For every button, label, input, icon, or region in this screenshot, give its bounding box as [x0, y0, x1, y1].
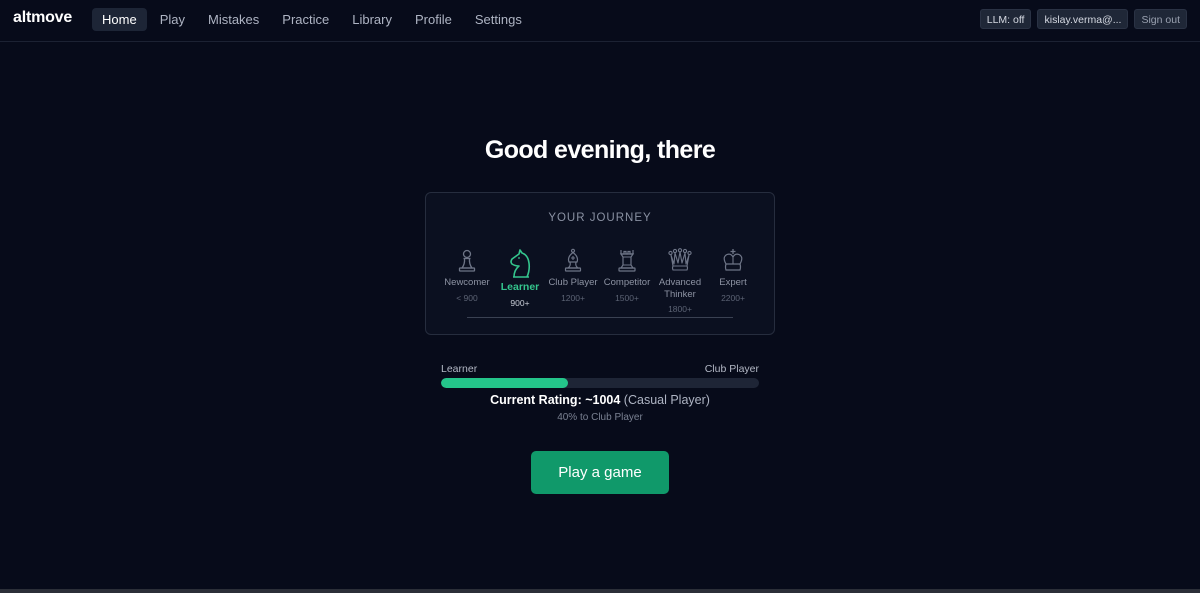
current-rating: Current Rating: ~1004 (Casual Player) [0, 393, 1200, 407]
nav-home[interactable]: Home [92, 8, 147, 31]
rating-value: Current Rating: ~1004 [490, 393, 621, 407]
journey-card: YOUR JOURNEY Newcomer < 900 Learner 900+… [425, 192, 775, 335]
stage-rating: 2200+ [721, 292, 745, 303]
nav-settings[interactable]: Settings [465, 8, 532, 31]
stage-expert: Expert 2200+ [701, 248, 765, 303]
llm-status-badge[interactable]: LLM: off [979, 9, 1032, 29]
app-logo[interactable]: altmove [13, 9, 72, 27]
king-icon [723, 249, 743, 271]
progress-from-label: Learner [441, 363, 478, 375]
nav-mistakes[interactable]: Mistakes [198, 8, 269, 31]
nav-play[interactable]: Play [150, 8, 195, 31]
user-account-badge[interactable]: kislay.verma@... [1037, 9, 1129, 29]
pawn-icon [458, 249, 476, 272]
sign-out-button[interactable]: Sign out [1134, 9, 1187, 29]
knight-icon [510, 249, 531, 278]
rating-tier: (Casual Player) [623, 393, 710, 407]
play-game-button[interactable]: Play a game [531, 451, 669, 494]
journey-title: YOUR JOURNEY [548, 212, 652, 224]
stage-name: Expert [719, 277, 747, 288]
nav-library[interactable]: Library [342, 8, 402, 31]
window-bottom-edge [0, 589, 1200, 593]
rook-icon [618, 250, 636, 272]
journey-divider [467, 317, 733, 318]
progress-fill [441, 378, 569, 388]
progress-bar [441, 378, 759, 388]
nav-practice[interactable]: Practice [272, 8, 339, 31]
bishop-icon [564, 248, 582, 272]
progress-note: 40% to Club Player [557, 412, 643, 423]
top-bar: altmove Home Play Mistakes Practice Libr… [0, 0, 1200, 42]
main-nav: Home Play Mistakes Practice Library Prof… [92, 8, 535, 31]
progress-to-label: Club Player [704, 363, 759, 375]
greeting-title: Good evening, there [484, 136, 716, 164]
queen-icon [668, 248, 692, 271]
stage-rating: 1800+ [668, 304, 692, 314]
nav-profile[interactable]: Profile [405, 8, 462, 31]
header-controls: LLM: off kislay.verma@... Sign out [979, 9, 1187, 29]
